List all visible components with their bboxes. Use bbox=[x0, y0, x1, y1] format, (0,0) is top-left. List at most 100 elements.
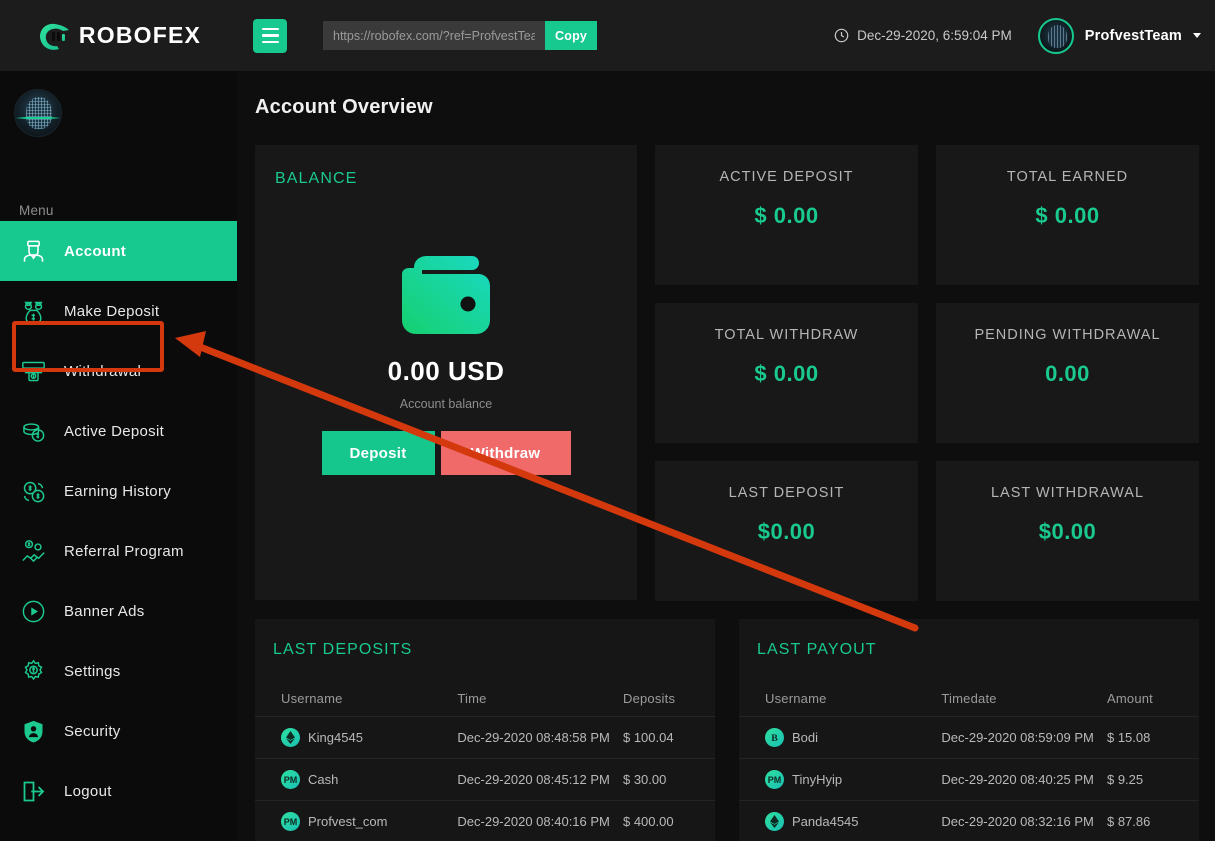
brand-logo-area[interactable]: ROBOFEX bbox=[0, 0, 237, 71]
sidebar-item-logout[interactable]: Logout bbox=[0, 761, 237, 821]
last-payout-title: LAST PAYOUT bbox=[757, 641, 877, 658]
sidebar-item-label: Logout bbox=[64, 782, 112, 800]
username-text: Profvest_com bbox=[308, 814, 388, 829]
chevron-down-icon bbox=[1193, 33, 1201, 38]
sidebar-item-earning-history[interactable]: Earning History bbox=[0, 461, 237, 521]
stat-label: TOTAL EARNED bbox=[1006, 169, 1129, 185]
username-text: TinyHyip bbox=[792, 772, 843, 787]
stat-label: ACTIVE DEPOSIT bbox=[719, 169, 854, 185]
stat-value: $ 0.00 bbox=[754, 203, 819, 228]
table-row[interactable]: PM Profvest_com Dec-29-2020 08:40:16 PM $… bbox=[255, 800, 715, 841]
sidebar-item-label: Earning History bbox=[64, 482, 172, 500]
stat-value: $ 0.00 bbox=[1035, 203, 1100, 228]
last-deposits-card: LAST DEPOSITS Username Time Deposits Kin… bbox=[255, 619, 715, 841]
stats-row: LAST DEPOSIT $0.00 LAST WITHDRAWAL $0.00 bbox=[655, 461, 1199, 601]
copy-button[interactable]: Copy bbox=[545, 21, 598, 50]
username-text: Cash bbox=[308, 772, 339, 787]
app-root: ROBOFEX Menu Account Make Deposit Withdr… bbox=[0, 0, 1215, 841]
stats-row: TOTAL WITHDRAW $ 0.00 PENDING WITHDRAWAL… bbox=[655, 303, 1199, 443]
table-row[interactable]: King4545 Dec-29-2020 08:48:58 PM $ 100.0… bbox=[255, 716, 715, 759]
stat-value: $ 0.00 bbox=[754, 361, 819, 386]
user-menu[interactable]: ProfvestTeam bbox=[1037, 17, 1201, 54]
time-text: Dec-29-2020 08:40:25 PM bbox=[941, 758, 1107, 801]
sidebar-item-label: Settings bbox=[64, 662, 121, 680]
datetime-text: Dec-29-2020, 6:59:04 PM bbox=[857, 28, 1012, 43]
table-row[interactable]: B Bodi Dec-29-2020 08:59:09 PM $ 15.08 bbox=[739, 716, 1199, 759]
last-payout-card: LAST PAYOUT Username Timedate Amount B Bo… bbox=[739, 619, 1199, 841]
stat-label: PENDING WITHDRAWAL bbox=[974, 327, 1161, 343]
sidebar-item-label: Referral Program bbox=[64, 542, 184, 560]
top-header: Copy Dec-29-2020, 6:59:04 PM ProfvestTea… bbox=[237, 0, 1215, 71]
user-avatar-robot-head bbox=[14, 89, 62, 137]
wallet-icon bbox=[402, 256, 490, 334]
column-header: Username bbox=[255, 681, 458, 717]
stat-card-last-deposit: LAST DEPOSIT $0.00 bbox=[655, 461, 918, 601]
sidebar-item-withdrawal[interactable]: Withdrawal bbox=[0, 341, 237, 401]
stat-card-total-withdraw: TOTAL WITHDRAW $ 0.00 bbox=[655, 303, 918, 443]
shield-user-icon bbox=[24, 720, 43, 743]
sidebar-item-banner-ads[interactable]: Banner Ads bbox=[0, 581, 237, 641]
referral-link-group: Copy bbox=[323, 21, 598, 50]
header-right: Dec-29-2020, 6:59:04 PM ProfvestTeam bbox=[834, 17, 1201, 54]
play-circle-icon bbox=[22, 600, 45, 622]
sidebar-item-label: Withdrawal bbox=[64, 362, 142, 380]
time-text: Dec-29-2020 08:40:16 PM bbox=[457, 800, 623, 841]
balance-card-title: BALANCE bbox=[275, 170, 358, 187]
sidebar-nav: Account Make Deposit Withdrawal Active D… bbox=[0, 218, 237, 821]
deposit-button[interactable]: Deposit bbox=[321, 431, 435, 475]
referral-link-input[interactable] bbox=[323, 21, 545, 50]
clock-icon bbox=[834, 28, 849, 43]
table-row[interactable]: PM Cash Dec-29-2020 08:45:12 PM $ 30.00 bbox=[255, 758, 715, 801]
stat-card-total-earned: TOTAL EARNED $ 0.00 bbox=[936, 145, 1199, 285]
overview-grid: BALANCE 0.00 USD Account balance Deposit… bbox=[255, 145, 1199, 601]
last-payout-table: Username Timedate Amount B Bodi Dec-29-20… bbox=[739, 681, 1199, 841]
sidebar: ROBOFEX Menu Account Make Deposit Withdr… bbox=[0, 0, 237, 841]
sidebar-item-account[interactable]: Account bbox=[0, 221, 237, 281]
table-header-row: Username Time Deposits bbox=[255, 681, 715, 717]
sidebar-item-make-deposit[interactable]: Make Deposit bbox=[0, 281, 237, 341]
sidebar-item-settings[interactable]: Settings bbox=[0, 641, 237, 701]
sidebar-item-security[interactable]: Security bbox=[0, 701, 237, 761]
stat-card-active-deposit: ACTIVE DEPOSIT $ 0.00 bbox=[655, 145, 918, 285]
username-text: Panda4545 bbox=[792, 814, 859, 829]
table-row[interactable]: Panda4545 Dec-29-2020 08:32:16 PM $ 87.8… bbox=[739, 800, 1199, 841]
sidebar-item-label: Active Deposit bbox=[64, 422, 165, 440]
amount-text: $ 100.04 bbox=[622, 716, 715, 759]
sidebar-item-referral-program[interactable]: Referral Program bbox=[0, 521, 237, 581]
stat-value: 0.00 bbox=[1045, 361, 1090, 386]
amount-text: $ 400.00 bbox=[622, 800, 715, 841]
column-header: Deposits bbox=[622, 681, 715, 717]
stat-label: LAST DEPOSIT bbox=[728, 485, 845, 501]
bitcoin-icon: B bbox=[765, 728, 784, 747]
sidebar-profile bbox=[0, 71, 237, 191]
perfectmoney-icon: PM bbox=[281, 812, 300, 831]
sidebar-item-active-deposit[interactable]: Active Deposit bbox=[0, 401, 237, 461]
column-header: Time bbox=[457, 681, 623, 717]
stats-column: ACTIVE DEPOSIT $ 0.00 TOTAL EARNED $ 0.0… bbox=[655, 145, 1199, 601]
column-header: Amount bbox=[1106, 681, 1199, 717]
sidebar-item-label: Security bbox=[64, 722, 121, 740]
last-deposits-title: LAST DEPOSITS bbox=[273, 641, 413, 658]
user-name-label: ProfvestTeam bbox=[1084, 27, 1182, 44]
stat-value: $0.00 bbox=[1038, 519, 1097, 544]
datetime-display: Dec-29-2020, 6:59:04 PM bbox=[834, 28, 1012, 43]
stat-label: TOTAL WITHDRAW bbox=[714, 327, 859, 343]
svg-text:B: B bbox=[771, 733, 778, 744]
amount-text: $ 30.00 bbox=[622, 758, 715, 801]
withdraw-button[interactable]: Withdraw bbox=[440, 431, 571, 475]
sidebar-item-label: Make Deposit bbox=[64, 302, 160, 320]
logout-arrow-icon bbox=[23, 781, 45, 801]
stat-label: LAST WITHDRAWAL bbox=[990, 485, 1145, 501]
amount-text: $ 15.08 bbox=[1106, 716, 1199, 759]
ethereum-icon bbox=[281, 728, 300, 747]
hamburger-icon[interactable] bbox=[253, 18, 287, 53]
time-text: Dec-29-2020 08:59:09 PM bbox=[941, 716, 1107, 759]
time-text: Dec-29-2020 08:45:12 PM bbox=[457, 758, 623, 801]
handshake-money-icon bbox=[22, 539, 45, 562]
username-text: King4545 bbox=[308, 730, 363, 745]
sidebar-item-label: Account bbox=[64, 242, 127, 260]
coins-refresh-icon bbox=[23, 481, 45, 502]
money-bag-icon bbox=[24, 301, 43, 325]
table-row[interactable]: PM TinyHyip Dec-29-2020 08:40:25 PM $ 9.2… bbox=[739, 758, 1199, 801]
amount-text: $ 9.25 bbox=[1106, 758, 1199, 801]
